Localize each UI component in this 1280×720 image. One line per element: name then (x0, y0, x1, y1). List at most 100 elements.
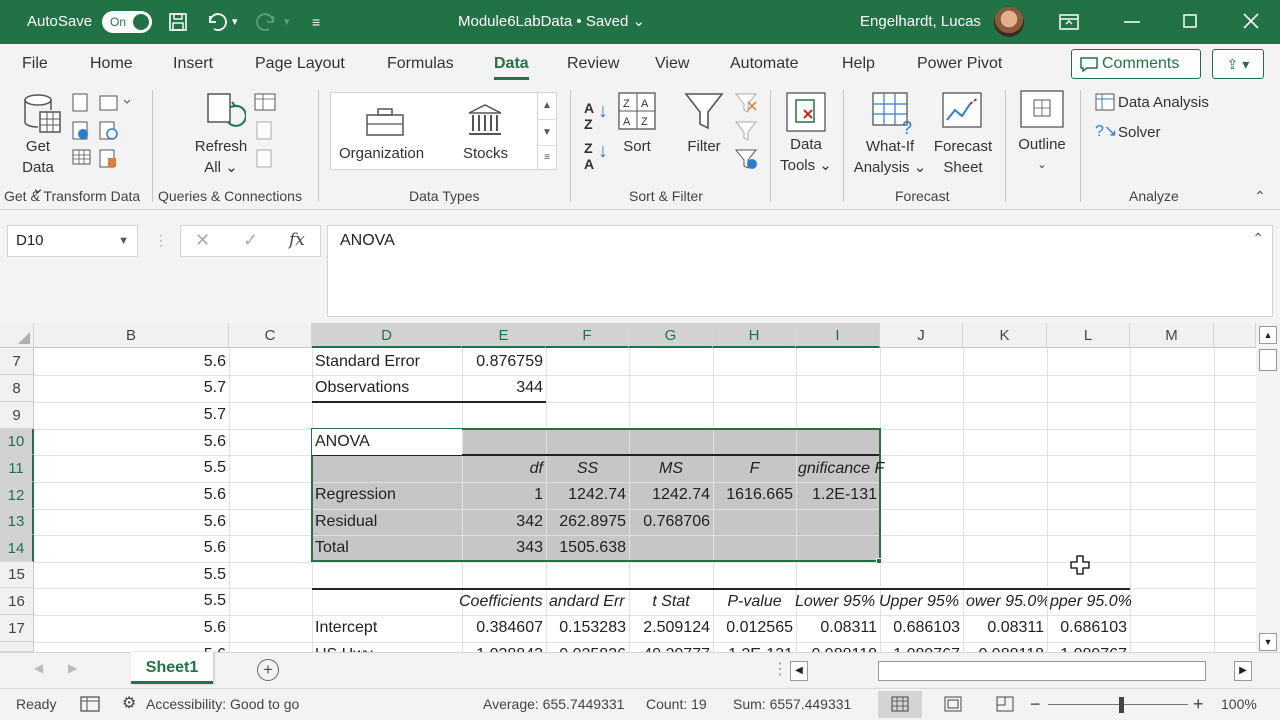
cell-e17[interactable]: 0.384607 (462, 615, 546, 641)
zoom-slider-thumb[interactable] (1119, 697, 1124, 713)
cell-f16[interactable]: andard Err (546, 589, 629, 615)
row-header-16[interactable]: 16 (0, 588, 34, 615)
cell-b16[interactable]: 5.5 (34, 588, 229, 614)
cell-d8[interactable]: Observations (312, 375, 462, 401)
col-header-h[interactable]: H (713, 323, 796, 348)
data-analysis-button[interactable]: Data Analysis (1118, 92, 1209, 113)
cell-f12[interactable]: 1242.74 (546, 482, 629, 508)
cell-e7[interactable]: 0.876759 (462, 349, 546, 375)
cell-i11[interactable]: gnificance F (796, 456, 896, 482)
cell-f17[interactable]: 0.153283 (546, 615, 629, 641)
cell-h16[interactable]: P-value (713, 589, 796, 615)
filter-options-icons[interactable] (734, 92, 760, 172)
collapse-ribbon-icon[interactable]: ⌃ (1254, 188, 1266, 205)
cell-e12[interactable]: 1 (462, 482, 546, 508)
scroll-up-icon[interactable]: ▲ (1259, 326, 1277, 344)
tab-review[interactable]: Review (567, 44, 619, 84)
row-header-14[interactable]: 14 (0, 535, 34, 562)
undo-icon[interactable] (205, 12, 227, 32)
sort-a-z-icon[interactable]: AZ (584, 100, 594, 132)
prev-sheet-icon[interactable]: ◀ (34, 661, 43, 675)
cell-j16[interactable]: Upper 95% (876, 589, 963, 615)
cell-b8[interactable]: 5.7 (34, 375, 229, 401)
status-average[interactable]: Average: 655.7449331 (483, 689, 624, 719)
minimize-icon[interactable] (1124, 20, 1140, 24)
filter-button[interactable]: Filter (682, 136, 726, 157)
col-header-f[interactable]: F (546, 323, 629, 348)
cell-g13[interactable]: 0.768706 (629, 509, 713, 535)
cancel-icon[interactable]: ✕ (195, 230, 210, 251)
queries-icons[interactable] (254, 92, 278, 172)
row-header-17[interactable]: 17 (0, 615, 34, 642)
next-sheet-icon[interactable]: ▶ (68, 661, 77, 675)
cell-f13[interactable]: 262.8975 (546, 509, 629, 535)
cell-l18[interactable]: 1.089767 (1047, 642, 1130, 652)
cell-l16[interactable]: pper 95.0% (1047, 589, 1137, 615)
cell-b11[interactable]: 5.5 (34, 455, 229, 481)
maximize-icon[interactable] (1183, 14, 1197, 28)
row-header-11[interactable]: 11 (0, 455, 34, 482)
cell-f11[interactable]: SS (546, 456, 629, 482)
stocks-datatype[interactable]: Stocks (463, 145, 508, 162)
row-header-15[interactable]: 15 (0, 562, 34, 588)
chevron-down-icon[interactable]: ▼ (118, 226, 129, 256)
organization-datatype[interactable]: Organization (339, 145, 424, 162)
cell-b15[interactable]: 5.5 (34, 562, 229, 588)
col-header-g[interactable]: G (629, 323, 713, 348)
macro-record-icon[interactable] (80, 696, 100, 714)
row-header-13[interactable]: 13 (0, 509, 34, 535)
cell-i17[interactable]: 0.08311 (796, 615, 880, 641)
status-count[interactable]: Count: 19 (646, 689, 707, 719)
cell-i16[interactable]: Lower 95% (792, 589, 880, 615)
cell-l17[interactable]: 0.686103 (1047, 615, 1130, 641)
row-header-12[interactable]: 12 (0, 482, 34, 509)
user-name[interactable]: Engelhardt, Lucas (860, 0, 981, 44)
cell-b13[interactable]: 5.6 (34, 509, 229, 535)
close-icon[interactable] (1243, 13, 1259, 29)
cell-d7[interactable]: Standard Error (312, 349, 462, 375)
cell-f18[interactable]: 0.025836 (546, 642, 629, 652)
cell-i18[interactable]: 0.988118 (796, 642, 880, 652)
cell-d12[interactable]: Regression (312, 482, 462, 508)
page-layout-view-icon[interactable] (944, 696, 962, 712)
cell-d18[interactable]: US Hwy (312, 642, 462, 652)
zoom-out-icon[interactable]: − (1030, 689, 1041, 719)
what-if-analysis-button[interactable]: What-If Analysis ⌄ (852, 136, 928, 178)
cell-e8[interactable]: 344 (462, 375, 546, 401)
col-header-i[interactable]: I (796, 323, 880, 348)
cell-b18[interactable]: 5.6 (34, 642, 229, 652)
add-sheet-icon[interactable]: + (257, 659, 279, 681)
worksheet-grid[interactable]: B C D E F G H I J K L M 7 8 9 10 11 12 1… (0, 323, 1256, 652)
tab-insert[interactable]: Insert (173, 44, 213, 84)
gallery-scroll[interactable]: ▲ ▼ ≡ (537, 92, 557, 170)
cell-j18[interactable]: 1.089767 (880, 642, 963, 652)
cell-b14[interactable]: 5.6 (34, 535, 229, 561)
zoom-slider[interactable] (1048, 704, 1188, 705)
cell-g17[interactable]: 2.509124 (629, 615, 713, 641)
forecast-sheet-button[interactable]: Forecast Sheet (928, 136, 998, 178)
tab-formulas[interactable]: Formulas (387, 44, 454, 84)
horizontal-scroll-thumb[interactable] (878, 661, 1206, 681)
ribbon-display-icon[interactable] (1059, 13, 1079, 31)
zoom-level[interactable]: 100% (1221, 689, 1257, 719)
cell-e13[interactable]: 342 (462, 509, 546, 535)
col-header-partial[interactable] (1214, 323, 1256, 348)
cell-g12[interactable]: 1242.74 (629, 482, 713, 508)
cell-f14[interactable]: 1505.638 (546, 535, 629, 561)
cell-k16[interactable]: ower 95.0% (963, 589, 1047, 615)
customize-toolbar-icon[interactable]: ≡ (312, 0, 320, 44)
col-header-j[interactable]: J (880, 323, 963, 348)
cell-b17[interactable]: 5.6 (34, 615, 229, 641)
refresh-all-button[interactable]: Refresh All ⌄ (190, 136, 252, 178)
normal-view-button[interactable] (878, 691, 922, 718)
autosave-toggle[interactable]: On (102, 11, 152, 33)
horizontal-scrollbar[interactable] (810, 661, 1232, 681)
cell-h12[interactable]: 1616.665 (713, 482, 796, 508)
save-icon[interactable] (168, 12, 188, 32)
redo-icon[interactable] (256, 12, 278, 32)
col-header-b[interactable]: B (34, 323, 229, 348)
row-header-18[interactable] (0, 642, 34, 652)
tab-power-pivot[interactable]: Power Pivot (917, 44, 1002, 84)
accessibility-icon[interactable]: ⚙ (122, 689, 136, 719)
cell-b9[interactable]: 5.7 (34, 402, 229, 428)
